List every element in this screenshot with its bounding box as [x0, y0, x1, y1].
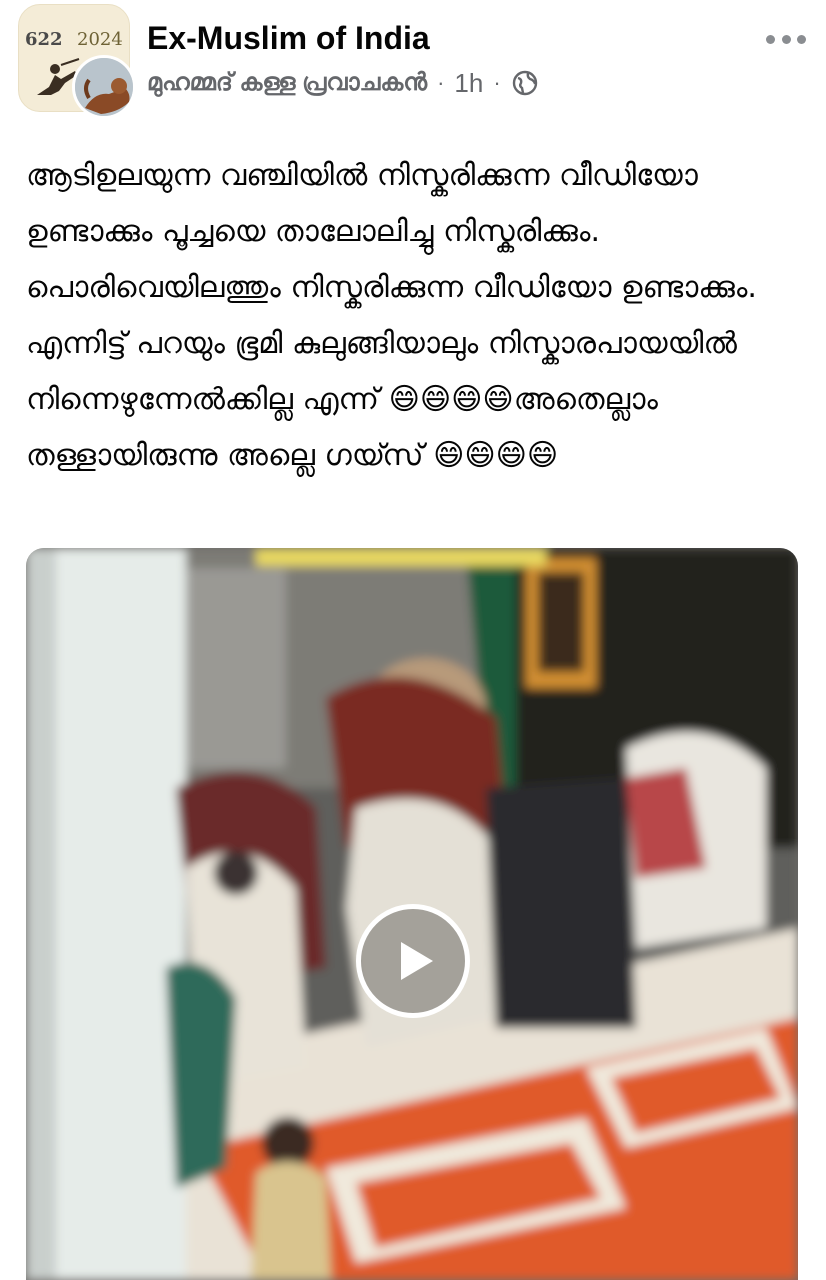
post-timestamp[interactable]: 1h — [454, 68, 483, 99]
meta-separator: · — [437, 70, 445, 95]
facebook-post: 622 2024 Ex-Muslim of India മുഹമ്മദ് കള്… — [0, 0, 826, 1280]
author-avatar[interactable] — [72, 55, 136, 119]
globe-icon[interactable] — [511, 69, 539, 97]
video-player[interactable] — [26, 548, 798, 1280]
post-header: 622 2024 Ex-Muslim of India മുഹമ്മദ് കള്… — [0, 0, 826, 130]
group-name-link[interactable]: Ex-Muslim of India — [147, 20, 430, 57]
play-icon — [401, 942, 433, 980]
group-avatar-year-left: 622 — [25, 29, 63, 50]
more-options-icon[interactable] — [764, 26, 808, 52]
meta-separator: · — [493, 70, 501, 95]
author-avatar-image — [75, 58, 133, 116]
play-button[interactable] — [356, 904, 470, 1018]
group-avatar-year-right: 2024 — [77, 29, 123, 50]
post-text: ആടിഉലയുന്ന വഞ്ചിയിൽ നിസ്കരിക്കുന്ന വീഡിയ… — [26, 158, 767, 473]
post-meta: മുഹമ്മദ് കള്ള പ്രവാചകൻ · 1h · — [147, 66, 539, 100]
author-name-link[interactable]: മുഹമ്മദ് കള്ള പ്രവാചകൻ — [147, 69, 427, 97]
